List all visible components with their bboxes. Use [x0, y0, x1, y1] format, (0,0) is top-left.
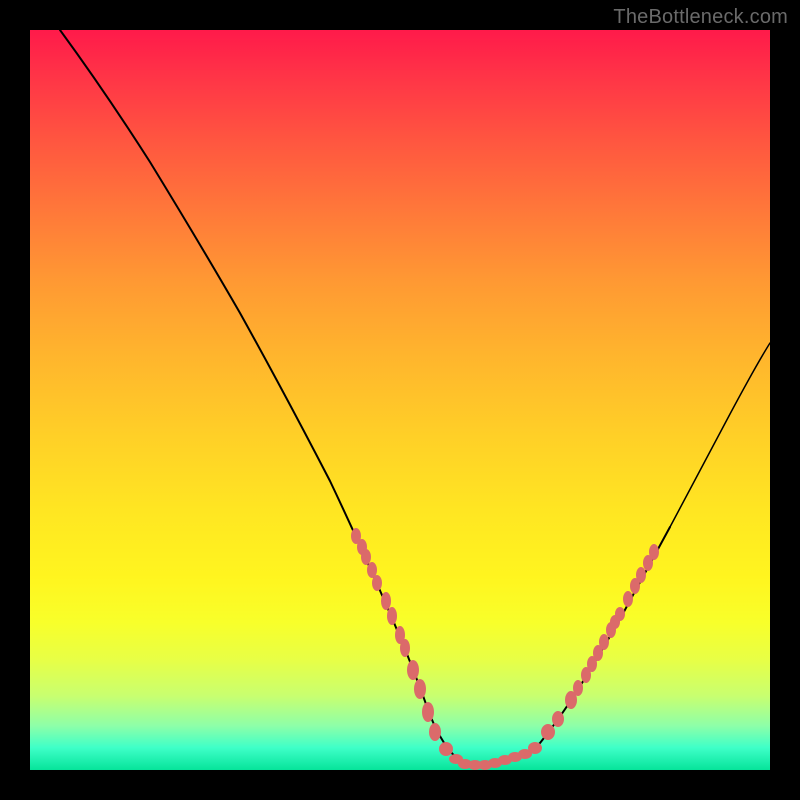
marker: [528, 742, 542, 754]
marker: [649, 544, 659, 560]
marker: [381, 592, 391, 610]
marker: [623, 591, 633, 607]
marker-group: [351, 528, 659, 770]
marker: [407, 660, 419, 680]
marker: [361, 549, 371, 565]
chart-plot-area: [30, 30, 770, 770]
marker: [541, 724, 555, 740]
marker: [387, 607, 397, 625]
curve-right-thin: [670, 343, 770, 527]
chart-svg: [30, 30, 770, 770]
marker: [636, 567, 646, 583]
marker: [414, 679, 426, 699]
curve-right: [480, 527, 670, 764]
marker: [573, 680, 583, 696]
curve-left: [60, 30, 480, 765]
marker: [422, 702, 434, 722]
marker: [429, 723, 441, 741]
marker: [439, 742, 453, 756]
watermark-text: TheBottleneck.com: [613, 6, 788, 29]
marker: [615, 607, 625, 621]
marker: [372, 575, 382, 591]
marker: [552, 711, 564, 727]
marker: [400, 639, 410, 657]
marker: [599, 634, 609, 650]
